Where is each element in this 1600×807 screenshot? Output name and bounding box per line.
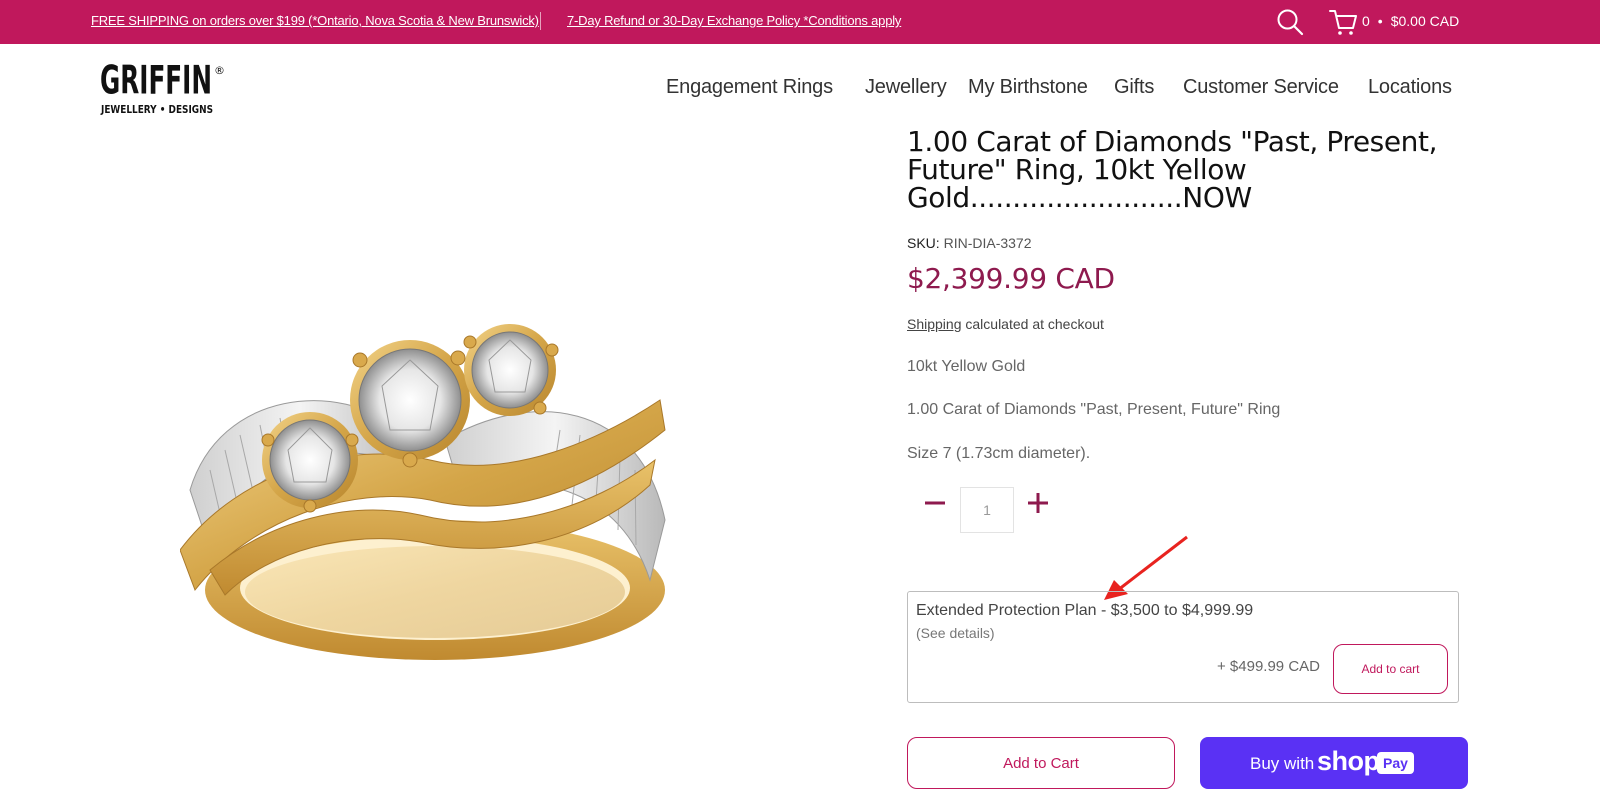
svg-text:GRIFFIN: GRIFFIN [100, 58, 212, 103]
shipping-text: calculated at checkout [961, 316, 1104, 332]
add-to-cart-button[interactable]: Add to Cart [907, 737, 1175, 789]
nav-jewellery[interactable]: Jewellery [865, 76, 947, 99]
free-shipping-link[interactable]: FREE SHIPPING on orders over $199 (*Onta… [91, 13, 539, 28]
refund-policy-link[interactable]: 7-Day Refund or 30-Day Exchange Policy *… [567, 13, 901, 28]
protection-plan-title: Extended Protection Plan - $3,500 to $4,… [916, 602, 1254, 619]
divider [540, 12, 541, 30]
buy-with-shop-pay-button[interactable]: Buy with shop Pay [1200, 737, 1468, 789]
nav-my-birthstone[interactable]: My Birthstone [968, 76, 1088, 99]
nav-locations[interactable]: Locations [1368, 76, 1452, 99]
shop-logo-text: shop [1317, 746, 1380, 776]
svg-text:®: ® [214, 64, 225, 77]
protection-plan-box: Extended Protection Plan - $3,500 to $4,… [907, 591, 1459, 703]
product-metal: 10kt Yellow Gold [907, 358, 1026, 375]
pay-badge: Pay [1377, 752, 1414, 774]
cart-dot: • [1377, 13, 1383, 29]
quantity-increase-button[interactable] [1025, 490, 1051, 516]
search-icon[interactable] [1276, 8, 1304, 36]
griffin-logo[interactable]: GRIFFIN ® JEWELLERY • DESIGNS [98, 58, 230, 118]
nav-customer-service[interactable]: Customer Service [1183, 76, 1339, 99]
buy-with-label: Buy with [1250, 754, 1315, 773]
cart-icon[interactable] [1329, 8, 1357, 36]
quantity-input[interactable] [960, 487, 1014, 533]
sku-value: RIN-DIA-3372 [943, 235, 1032, 251]
sku-label: SKU: [907, 235, 940, 251]
cart-count: 0 [1362, 13, 1370, 29]
protection-plan-price: + $499.99 CAD [1217, 658, 1320, 675]
cart-summary[interactable]: 0 • $0.00 CAD [1362, 13, 1459, 29]
shipping-link[interactable]: Shipping [907, 316, 962, 332]
svg-text:JEWELLERY • DESIGNS: JEWELLERY • DESIGNS [100, 103, 213, 116]
nav-gifts[interactable]: Gifts [1114, 76, 1154, 99]
product-price: $2,399.99 CAD [907, 262, 1115, 295]
product-size: Size 7 (1.73cm diameter). [907, 445, 1091, 462]
cart-total: $0.00 CAD [1390, 13, 1460, 29]
see-details-link[interactable]: (See details) [916, 625, 995, 641]
product-title: 1.00 Carat of Diamonds "Past, Present, F… [907, 125, 1438, 214]
protection-add-to-cart-button[interactable]: Add to cart [1333, 644, 1448, 694]
quantity-decrease-button[interactable] [922, 490, 948, 516]
nav-engagement-rings[interactable]: Engagement Rings [666, 76, 833, 99]
product-description: 1.00 Carat of Diamonds "Past, Present, F… [907, 401, 1281, 418]
announcement-bar: FREE SHIPPING on orders over $199 (*Onta… [0, 0, 1600, 44]
product-sku: SKU: RIN-DIA-3372 [907, 235, 1032, 251]
product-image[interactable] [180, 320, 680, 670]
shipping-note: Shipping calculated at checkout [907, 316, 1104, 332]
